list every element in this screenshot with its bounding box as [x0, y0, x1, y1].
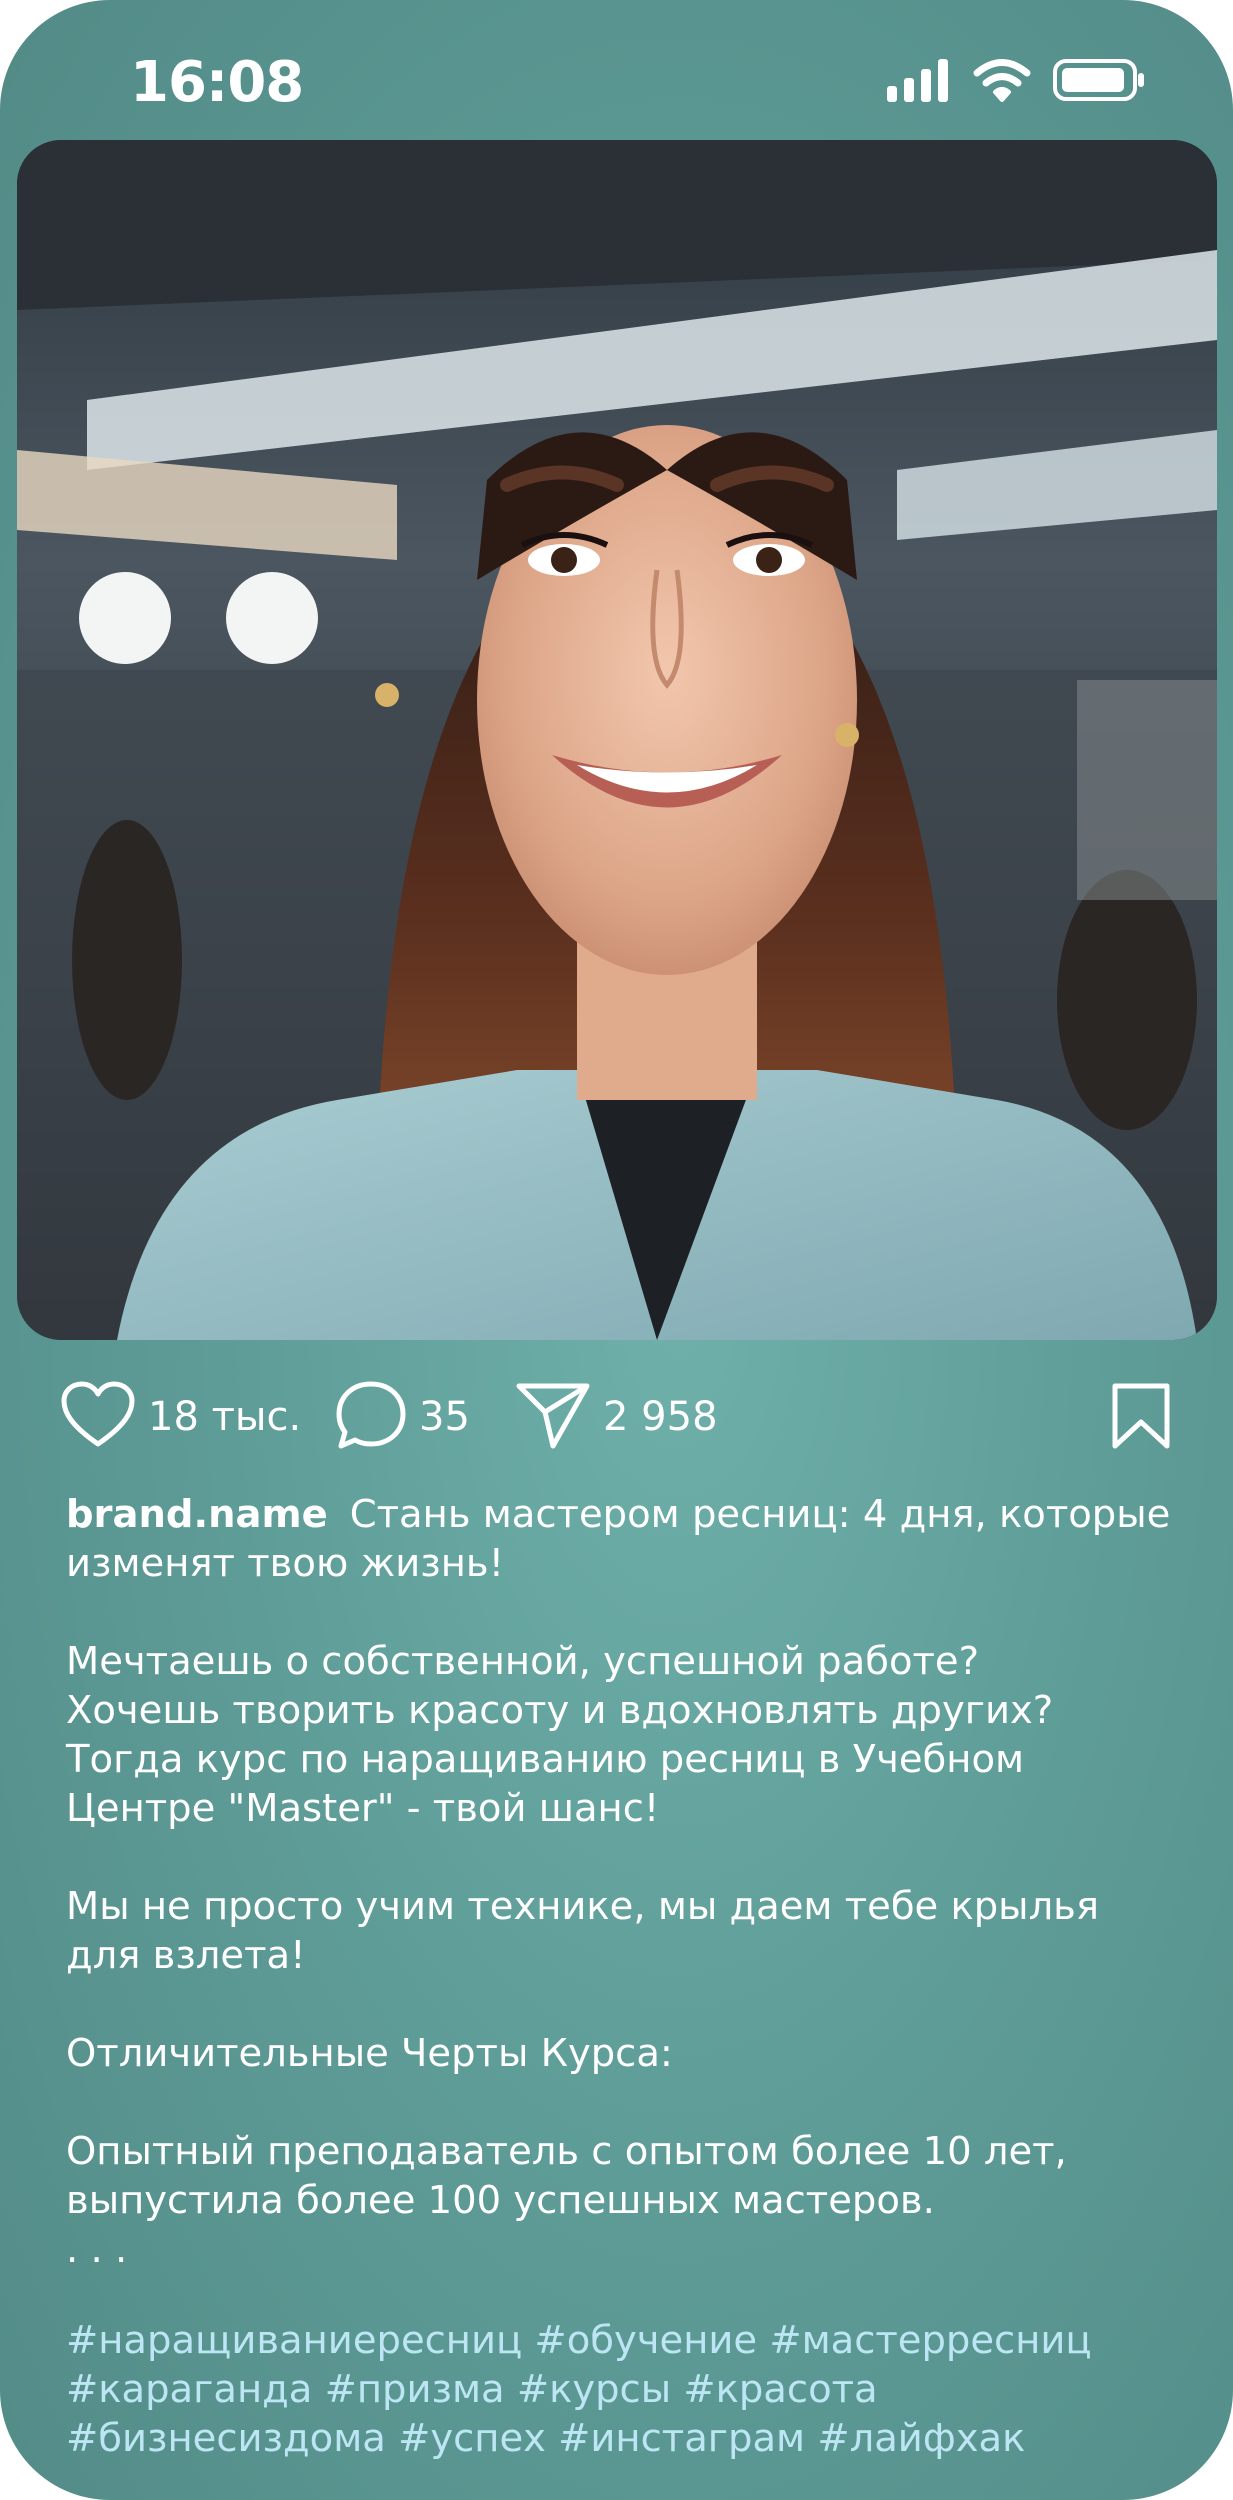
post-actions: 18 тыс. 35 2 958: [0, 1372, 1233, 1462]
comment-bubble-icon[interactable]: [335, 1380, 407, 1454]
bookmark-icon[interactable]: [1111, 1383, 1171, 1454]
hashtag-line[interactable]: #караганда #призма #курсы #красота: [66, 2365, 1196, 2414]
caption-line: для взлета!: [66, 1933, 306, 1978]
caption-line: изменят твою жизнь!: [66, 1541, 505, 1586]
battery-icon: [1053, 58, 1145, 106]
caption-line: Отличительные Черты Курса:: [66, 2031, 673, 2076]
caption-line: Стань мастером ресниц: 4 дня, которые: [349, 1492, 1171, 1537]
post-caption: brand.name Стань мастером ресниц: 4 дня, …: [66, 1490, 1196, 2463]
phone-screen: 16:08 18 тыс. 35 2 958 brand.name Стань …: [0, 0, 1233, 2500]
caption-line: Мы не просто учим технике, мы даем тебе …: [66, 1884, 1100, 1929]
caption-line: Центре "Master" - твой шанс!: [66, 1786, 660, 1831]
caption-line: Тогда курс по наращиванию ресниц в Учебн…: [66, 1737, 1025, 1782]
signal-icon: [887, 58, 951, 106]
hashtag-line[interactable]: #бизнесиздома #успех #инстаграм #лайфхак: [66, 2414, 1196, 2463]
like-action[interactable]: 18 тыс.: [60, 1372, 301, 1462]
comments-count: 35: [419, 1394, 470, 1440]
caption-line: Хочешь творить красоту и вдохновлять дру…: [66, 1688, 1054, 1733]
post-photo[interactable]: [17, 140, 1217, 1340]
send-icon[interactable]: [515, 1380, 591, 1454]
post-username[interactable]: brand.name: [66, 1492, 328, 1537]
caption-line: Опытный преподаватель с опытом более 10 …: [66, 2129, 1067, 2174]
comment-action[interactable]: 35: [335, 1372, 470, 1462]
hashtags: #наращиваниересниц #обучение #мастерресн…: [66, 2316, 1196, 2463]
likes-count: 18 тыс.: [148, 1394, 302, 1440]
bookmark-button[interactable]: [1111, 1382, 1171, 1454]
status-bar: 16:08: [0, 0, 1233, 140]
status-icons: [887, 58, 1145, 106]
heart-icon[interactable]: [60, 1381, 136, 1453]
hashtag-line[interactable]: #наращиваниересниц #обучение #мастерресн…: [66, 2316, 1196, 2365]
caption-line: выпустила более 100 успешных мастеров.: [66, 2178, 935, 2223]
shares-count: 2 958: [603, 1394, 718, 1440]
caption-line: Мечтаешь о собственной, успешной работе?: [66, 1639, 980, 1684]
caption-more[interactable]: . . .: [66, 2225, 1196, 2274]
status-time: 16:08: [130, 50, 304, 115]
wifi-icon: [973, 58, 1031, 106]
share-action[interactable]: 2 958: [515, 1372, 718, 1462]
